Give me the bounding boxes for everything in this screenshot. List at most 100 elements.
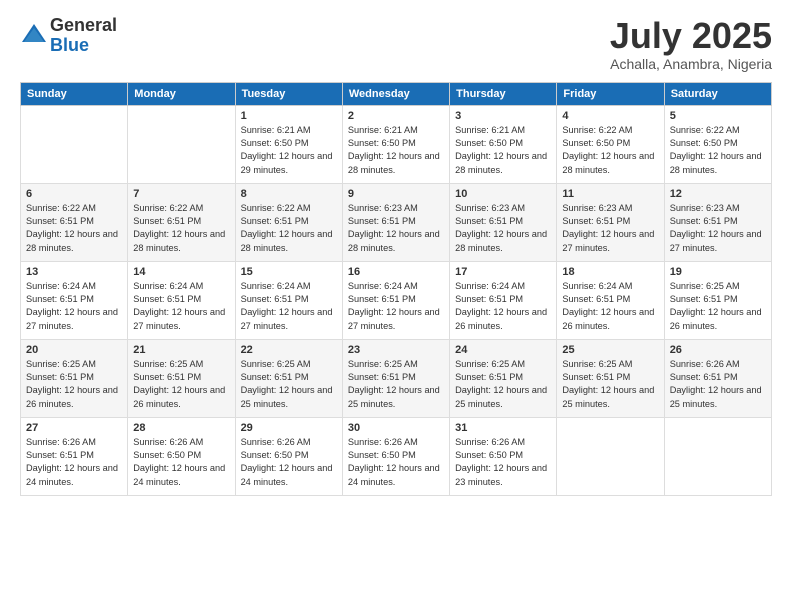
day-info: Sunrise: 6:21 AMSunset: 6:50 PMDaylight:… [241,124,337,177]
table-row: 20 Sunrise: 6:25 AMSunset: 6:51 PMDayligh… [21,339,128,417]
month-title: July 2025 [610,16,772,56]
header-tuesday: Tuesday [235,82,342,105]
day-number: 6 [26,188,122,200]
day-number: 21 [133,344,229,356]
day-info: Sunrise: 6:26 AMSunset: 6:50 PMDaylight:… [455,436,551,489]
table-row: 24 Sunrise: 6:25 AMSunset: 6:51 PMDayligh… [450,339,557,417]
day-number: 18 [562,266,658,278]
day-info: Sunrise: 6:23 AMSunset: 6:51 PMDaylight:… [348,202,444,255]
day-info: Sunrise: 6:22 AMSunset: 6:51 PMDaylight:… [26,202,122,255]
page: General Blue July 2025 Achalla, Anambra,… [0,0,792,612]
day-info: Sunrise: 6:26 AMSunset: 6:51 PMDaylight:… [26,436,122,489]
day-number: 31 [455,422,551,434]
day-info: Sunrise: 6:23 AMSunset: 6:51 PMDaylight:… [562,202,658,255]
header-wednesday: Wednesday [342,82,449,105]
table-row: 14 Sunrise: 6:24 AMSunset: 6:51 PMDayligh… [128,261,235,339]
table-row: 22 Sunrise: 6:25 AMSunset: 6:51 PMDayligh… [235,339,342,417]
day-number: 26 [670,344,766,356]
calendar-week-row: 27 Sunrise: 6:26 AMSunset: 6:51 PMDayligh… [21,417,772,495]
table-row: 18 Sunrise: 6:24 AMSunset: 6:51 PMDayligh… [557,261,664,339]
day-number: 17 [455,266,551,278]
day-number: 3 [455,110,551,122]
day-number: 22 [241,344,337,356]
table-row: 28Sunrise: 6:26 AMSunset: 6:50 PMDayligh… [128,417,235,495]
header-thursday: Thursday [450,82,557,105]
table-row: 29Sunrise: 6:26 AMSunset: 6:50 PMDayligh… [235,417,342,495]
table-row: 9 Sunrise: 6:23 AMSunset: 6:51 PMDaylight… [342,183,449,261]
day-info: Sunrise: 6:25 AMSunset: 6:51 PMDaylight:… [455,358,551,411]
table-row: 8Sunrise: 6:22 AMSunset: 6:51 PMDaylight… [235,183,342,261]
header-friday: Friday [557,82,664,105]
calendar-week-row: 13 Sunrise: 6:24 AMSunset: 6:51 PMDayligh… [21,261,772,339]
day-number: 5 [670,110,766,122]
table-row [128,105,235,183]
calendar-week-row: 1 Sunrise: 6:21 AMSunset: 6:50 PMDaylight… [21,105,772,183]
day-number: 27 [26,422,122,434]
day-info: Sunrise: 6:24 AMSunset: 6:51 PMDaylight:… [133,280,229,333]
calendar-header-row: Sunday Monday Tuesday Wednesday Thursday… [21,82,772,105]
day-info: Sunrise: 6:25 AMSunset: 6:51 PMDaylight:… [562,358,658,411]
day-number: 7 [133,188,229,200]
day-info: Sunrise: 6:25 AMSunset: 6:51 PMDaylight:… [133,358,229,411]
day-info: Sunrise: 6:24 AMSunset: 6:51 PMDaylight:… [26,280,122,333]
day-number: 9 [348,188,444,200]
day-number: 24 [455,344,551,356]
table-row: 21 Sunrise: 6:25 AMSunset: 6:51 PMDayligh… [128,339,235,417]
day-number: 20 [26,344,122,356]
calendar-week-row: 20 Sunrise: 6:25 AMSunset: 6:51 PMDayligh… [21,339,772,417]
table-row [557,417,664,495]
day-number: 1 [241,110,337,122]
day-info: Sunrise: 6:23 AMSunset: 6:51 PMDaylight:… [670,202,766,255]
day-number: 12 [670,188,766,200]
header-sunday: Sunday [21,82,128,105]
table-row: 12 Sunrise: 6:23 AMSunset: 6:51 PMDayligh… [664,183,771,261]
table-row: 4Sunrise: 6:22 AMSunset: 6:50 PMDaylight… [557,105,664,183]
day-info: Sunrise: 6:23 AMSunset: 6:51 PMDaylight:… [455,202,551,255]
day-number: 23 [348,344,444,356]
table-row: 10 Sunrise: 6:23 AMSunset: 6:51 PMDayligh… [450,183,557,261]
title-block: July 2025 Achalla, Anambra, Nigeria [610,16,772,72]
day-info: Sunrise: 6:25 AMSunset: 6:51 PMDaylight:… [26,358,122,411]
table-row: 3 Sunrise: 6:21 AMSunset: 6:50 PMDaylight… [450,105,557,183]
logo-icon [20,22,48,50]
day-info: Sunrise: 6:22 AMSunset: 6:51 PMDaylight:… [241,202,337,255]
day-number: 2 [348,110,444,122]
day-info: Sunrise: 6:24 AMSunset: 6:51 PMDaylight:… [348,280,444,333]
day-info: Sunrise: 6:26 AMSunset: 6:50 PMDaylight:… [133,436,229,489]
logo-general: General [50,16,117,36]
logo-blue: Blue [50,36,117,56]
day-info: Sunrise: 6:24 AMSunset: 6:51 PMDaylight:… [241,280,337,333]
location: Achalla, Anambra, Nigeria [610,56,772,72]
table-row: 13 Sunrise: 6:24 AMSunset: 6:51 PMDayligh… [21,261,128,339]
day-info: Sunrise: 6:21 AMSunset: 6:50 PMDaylight:… [455,124,551,177]
day-number: 4 [562,110,658,122]
day-number: 14 [133,266,229,278]
calendar-table: Sunday Monday Tuesday Wednesday Thursday… [20,82,772,496]
table-row: 26Sunrise: 6:26 AMSunset: 6:51 PMDayligh… [664,339,771,417]
table-row: 7 Sunrise: 6:22 AMSunset: 6:51 PMDaylight… [128,183,235,261]
day-info: Sunrise: 6:22 AMSunset: 6:51 PMDaylight:… [133,202,229,255]
calendar-week-row: 6 Sunrise: 6:22 AMSunset: 6:51 PMDaylight… [21,183,772,261]
table-row [21,105,128,183]
table-row: 1 Sunrise: 6:21 AMSunset: 6:50 PMDaylight… [235,105,342,183]
day-info: Sunrise: 6:26 AMSunset: 6:50 PMDaylight:… [348,436,444,489]
table-row: 15 Sunrise: 6:24 AMSunset: 6:51 PMDayligh… [235,261,342,339]
table-row: 27 Sunrise: 6:26 AMSunset: 6:51 PMDayligh… [21,417,128,495]
day-info: Sunrise: 6:25 AMSunset: 6:51 PMDaylight:… [348,358,444,411]
day-number: 15 [241,266,337,278]
day-number: 25 [562,344,658,356]
table-row: 23 Sunrise: 6:25 AMSunset: 6:51 PMDayligh… [342,339,449,417]
day-number: 19 [670,266,766,278]
day-number: 13 [26,266,122,278]
table-row: 16 Sunrise: 6:24 AMSunset: 6:51 PMDayligh… [342,261,449,339]
logo-text: General Blue [50,16,117,56]
day-info: Sunrise: 6:24 AMSunset: 6:51 PMDaylight:… [562,280,658,333]
day-info: Sunrise: 6:22 AMSunset: 6:50 PMDaylight:… [670,124,766,177]
header-saturday: Saturday [664,82,771,105]
table-row: 19Sunrise: 6:25 AMSunset: 6:51 PMDayligh… [664,261,771,339]
table-row: 25 Sunrise: 6:25 AMSunset: 6:51 PMDayligh… [557,339,664,417]
day-number: 16 [348,266,444,278]
day-info: Sunrise: 6:25 AMSunset: 6:51 PMDaylight:… [241,358,337,411]
day-number: 10 [455,188,551,200]
table-row: 17Sunrise: 6:24 AMSunset: 6:51 PMDayligh… [450,261,557,339]
